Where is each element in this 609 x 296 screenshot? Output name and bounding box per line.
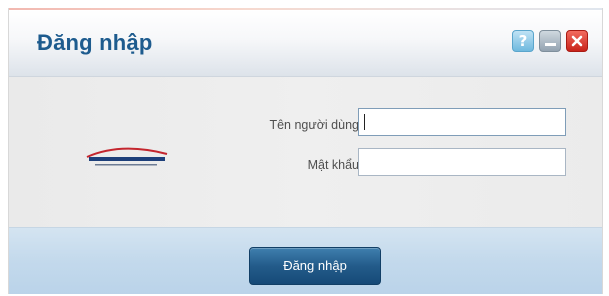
minimize-icon [544, 42, 556, 46]
help-icon: ? [518, 32, 528, 50]
hoang-thinh-group-logo-icon [86, 147, 168, 166]
help-button[interactable]: ? [512, 30, 534, 52]
login-dialog: Đăng nhập ? Tên người dùng Mật khẩu Đăng… [8, 8, 603, 294]
close-button[interactable] [566, 30, 588, 52]
login-button[interactable]: Đăng nhập [249, 247, 381, 285]
text-caret [364, 114, 365, 130]
minimize-button[interactable] [539, 30, 561, 52]
password-input[interactable] [358, 148, 566, 176]
username-input[interactable] [358, 108, 566, 136]
close-icon [571, 35, 583, 47]
title-bar: Đăng nhập ? [9, 10, 602, 77]
password-label: Mật khẩu [307, 158, 359, 172]
username-label: Tên người dùng [269, 118, 359, 132]
company-logo [81, 138, 171, 174]
dialog-title: Đăng nhập [37, 30, 153, 55]
